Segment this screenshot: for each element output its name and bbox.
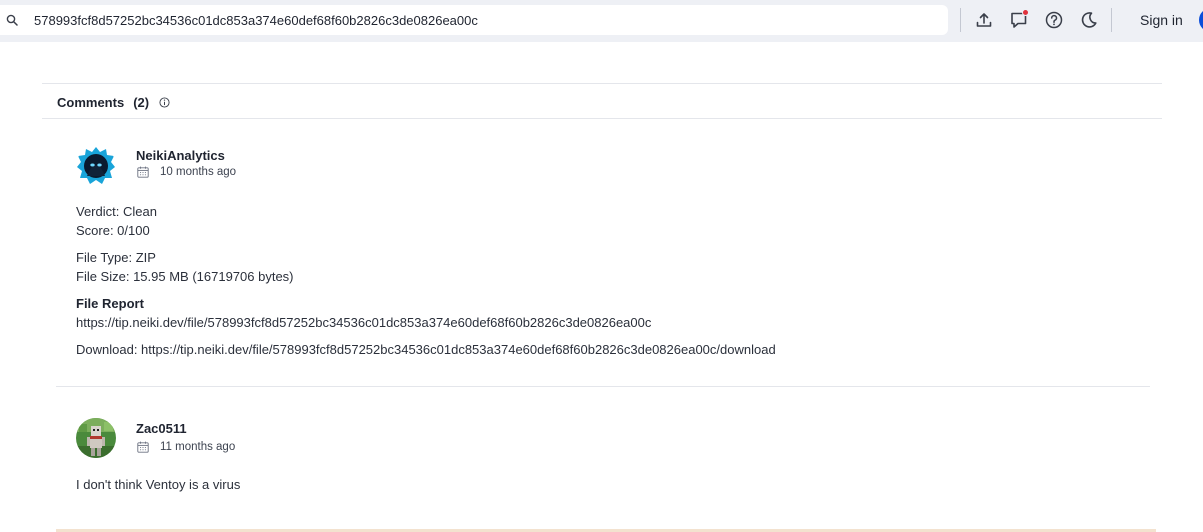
account-avatar[interactable] bbox=[1199, 8, 1203, 32]
info-icon[interactable] bbox=[159, 96, 170, 108]
section-divider bbox=[42, 118, 1162, 119]
comment-date-text: 10 months ago bbox=[160, 166, 237, 178]
comment-divider bbox=[56, 386, 1150, 387]
comment-file-type: File Type: ZIP bbox=[76, 250, 156, 265]
comments-header: Comments (2) bbox=[57, 94, 170, 110]
toolbar-divider bbox=[960, 8, 961, 32]
top-bar: Sign in bbox=[0, 0, 1203, 42]
comment-verdict: Verdict: Clean bbox=[76, 204, 157, 219]
comments-title: Comments bbox=[57, 94, 125, 110]
comment-report-url: https://tip.neiki.dev/file/578993fcf8d57… bbox=[76, 315, 652, 330]
toolbar-divider bbox=[1111, 8, 1112, 32]
comment-item: NeikiAnalytics 10 months ago Verdict: Cl… bbox=[76, 146, 1156, 366]
search-icon bbox=[6, 14, 18, 26]
comment-item: Zac0511 11 months ago I don't think Vent… bbox=[76, 418, 1156, 498]
dark-mode-icon[interactable] bbox=[1079, 10, 1099, 30]
comment-report-heading: File Report bbox=[76, 296, 144, 311]
calendar-icon bbox=[137, 166, 149, 178]
comment-score: Score: 0/100 bbox=[76, 223, 150, 238]
comment-author[interactable]: NeikiAnalytics bbox=[136, 148, 225, 163]
comment-text: I don't think Ventoy is a virus bbox=[76, 477, 241, 492]
comment-download: Download: https://tip.neiki.dev/file/578… bbox=[76, 342, 776, 357]
avatar[interactable] bbox=[76, 418, 116, 458]
comment-file-size: File Size: 15.95 MB (16719706 bytes) bbox=[76, 269, 294, 284]
avatar[interactable] bbox=[76, 146, 116, 186]
notifications-icon[interactable] bbox=[1009, 9, 1029, 30]
notification-dot bbox=[1022, 9, 1029, 16]
comment-date: 11 months ago bbox=[137, 441, 235, 453]
sign-in-link[interactable]: Sign in bbox=[1140, 12, 1183, 28]
search-input[interactable] bbox=[34, 5, 934, 35]
search-box[interactable] bbox=[0, 5, 948, 35]
section-divider bbox=[42, 83, 1162, 84]
upload-icon[interactable] bbox=[974, 10, 994, 30]
calendar-icon bbox=[137, 441, 149, 453]
comment-date-text: 11 months ago bbox=[160, 441, 236, 453]
comments-count: (2) bbox=[133, 94, 150, 110]
help-icon[interactable] bbox=[1044, 10, 1064, 30]
comment-date: 10 months ago bbox=[137, 166, 236, 178]
comment-author[interactable]: Zac0511 bbox=[136, 421, 187, 436]
